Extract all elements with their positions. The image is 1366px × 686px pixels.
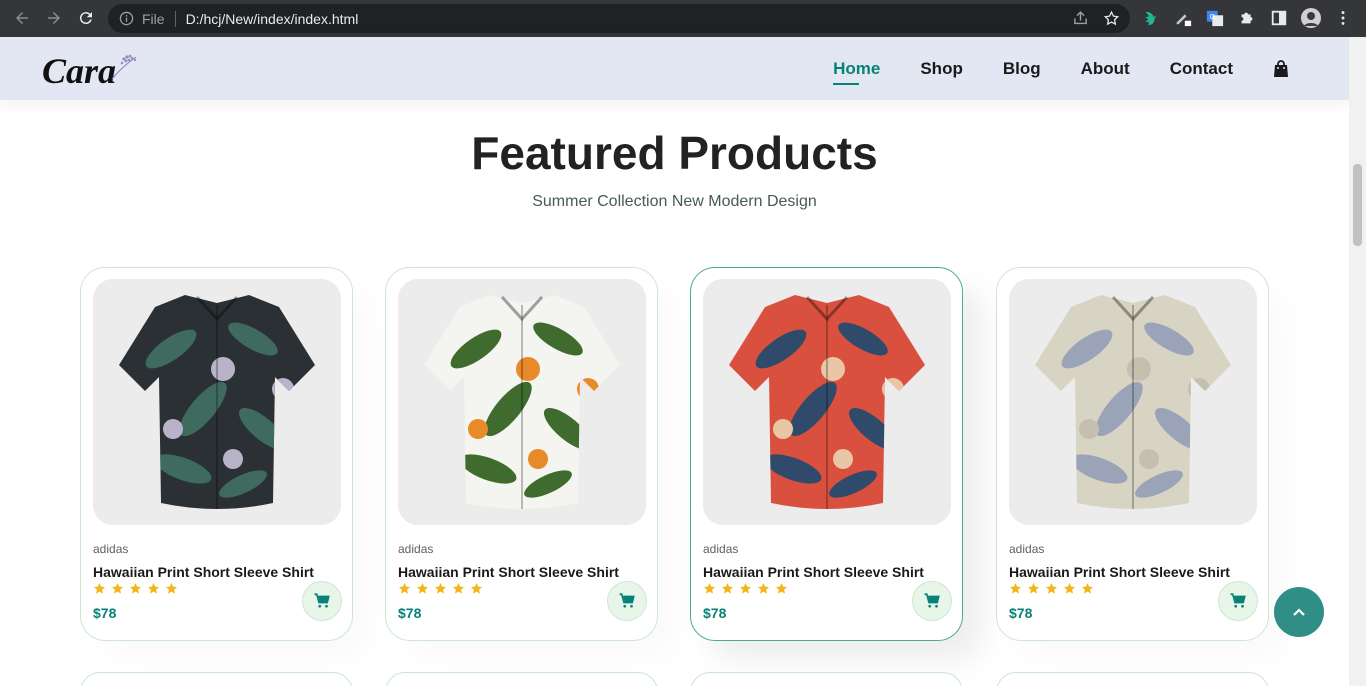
scroll-to-top-button[interactable] (1274, 587, 1324, 637)
scrollbar-thumb[interactable] (1353, 164, 1362, 246)
nav-shop[interactable]: Shop (920, 59, 963, 79)
nav-home[interactable]: Home (833, 59, 880, 85)
back-button[interactable] (6, 2, 38, 34)
star-icon (111, 583, 124, 594)
arrow-right-icon (48, 12, 60, 24)
product-card[interactable]: adidas Hawaiian Print Short Sleeve Shirt… (996, 267, 1269, 641)
shopping-bag-icon[interactable] (1273, 59, 1289, 78)
cart-icon (619, 593, 635, 608)
site-header: Cara Home Shop Blog About Contact (0, 37, 1349, 100)
chevron-up-icon (1293, 608, 1305, 616)
star-icon (147, 583, 160, 594)
star-icon (452, 583, 465, 594)
shirt-illustration (703, 279, 951, 525)
extension-pen-icon[interactable] (1173, 8, 1193, 28)
star-icon (1009, 583, 1022, 594)
section-title: Featured Products (471, 127, 878, 179)
product-brand: adidas (703, 542, 739, 556)
cart-icon (314, 593, 330, 608)
star-icon (93, 583, 106, 594)
product-card-next-row[interactable] (996, 672, 1269, 686)
product-card-next-row[interactable] (385, 672, 658, 686)
product-price: $78 (398, 605, 422, 621)
product-image[interactable] (1009, 279, 1257, 525)
shirt-illustration (1009, 279, 1257, 525)
bookmark-star-icon[interactable] (1103, 10, 1120, 27)
product-image[interactable] (93, 279, 341, 525)
star-icon (470, 583, 483, 594)
forward-button[interactable] (38, 2, 70, 34)
product-price: $78 (703, 605, 727, 621)
nav-about[interactable]: About (1081, 59, 1130, 79)
product-brand: adidas (93, 542, 129, 556)
product-brand: adidas (1009, 542, 1045, 556)
product-image[interactable] (703, 279, 951, 525)
star-icon (703, 583, 716, 594)
nav-contact[interactable]: Contact (1170, 59, 1233, 79)
star-icon (129, 583, 142, 594)
product-card[interactable]: adidas Hawaiian Print Short Sleeve Shirt… (80, 267, 353, 641)
product-card[interactable]: adidas Hawaiian Print Short Sleeve Shirt… (690, 267, 963, 641)
page-scrollbar[interactable] (1349, 37, 1366, 686)
omnibox-divider (174, 10, 176, 27)
star-icon (775, 583, 788, 594)
star-icon (1045, 583, 1058, 594)
product-name: Hawaiian Print Short Sleeve Shirt (703, 564, 924, 580)
url-text[interactable]: D:/hcj/New/index/index.html (186, 11, 359, 27)
address-bar[interactable]: File D:/hcj/New/index/index.html (108, 4, 1130, 33)
product-card[interactable]: adidas Hawaiian Print Short Sleeve Shirt… (385, 267, 658, 641)
arrow-left-icon (16, 12, 28, 24)
product-name: Hawaiian Print Short Sleeve Shirt (398, 564, 619, 580)
translate-icon[interactable]: G (1205, 8, 1225, 28)
star-icon (757, 583, 770, 594)
star-icon (1063, 583, 1076, 594)
product-card-next-row[interactable] (80, 672, 353, 686)
info-icon[interactable] (118, 11, 134, 27)
shirt-illustration (93, 279, 341, 525)
reload-button[interactable] (70, 2, 102, 34)
reload-icon (79, 12, 92, 25)
browser-menu-icon[interactable] (1333, 8, 1353, 28)
cart-icon (924, 593, 940, 608)
shirt-illustration (398, 279, 646, 525)
product-card-next-row[interactable] (690, 672, 963, 686)
star-icon (165, 583, 178, 594)
product-brand: adidas (398, 542, 434, 556)
add-to-cart-button[interactable] (912, 581, 952, 621)
star-icon (739, 583, 752, 594)
svg-text:Cara: Cara (42, 51, 116, 91)
nav-blog[interactable]: Blog (1003, 59, 1041, 79)
star-icon (434, 583, 447, 594)
product-rating (93, 582, 178, 595)
star-icon (398, 583, 411, 594)
star-icon (416, 583, 429, 594)
svg-text:G: G (1210, 12, 1216, 21)
star-icon (721, 583, 734, 594)
add-to-cart-button[interactable] (302, 581, 342, 621)
product-price: $78 (93, 605, 117, 621)
file-scheme-label: File (142, 10, 165, 27)
section-subtitle: Summer Collection New Modern Design (532, 193, 817, 210)
cara-logo[interactable]: Cara (42, 45, 142, 93)
product-name: Hawaiian Print Short Sleeve Shirt (93, 564, 314, 580)
main-nav: Home Shop Blog About Contact (793, 37, 1289, 100)
cart-icon (1230, 593, 1246, 608)
browser-toolbar: File D:/hcj/New/index/index.html G (0, 0, 1366, 37)
star-icon (1081, 583, 1094, 594)
extensions-puzzle-icon[interactable] (1237, 8, 1257, 28)
product-image[interactable] (398, 279, 646, 525)
product-name: Hawaiian Print Short Sleeve Shirt (1009, 564, 1230, 580)
product-price: $78 (1009, 605, 1033, 621)
side-panel-icon[interactable] (1269, 8, 1289, 28)
profile-avatar[interactable] (1301, 8, 1321, 28)
add-to-cart-button[interactable] (1218, 581, 1258, 621)
extension-bird-icon[interactable] (1141, 8, 1161, 28)
star-icon (1027, 583, 1040, 594)
product-rating (398, 582, 483, 595)
add-to-cart-button[interactable] (607, 581, 647, 621)
share-icon[interactable] (1072, 10, 1089, 27)
product-rating (703, 582, 788, 595)
product-rating (1009, 582, 1094, 595)
